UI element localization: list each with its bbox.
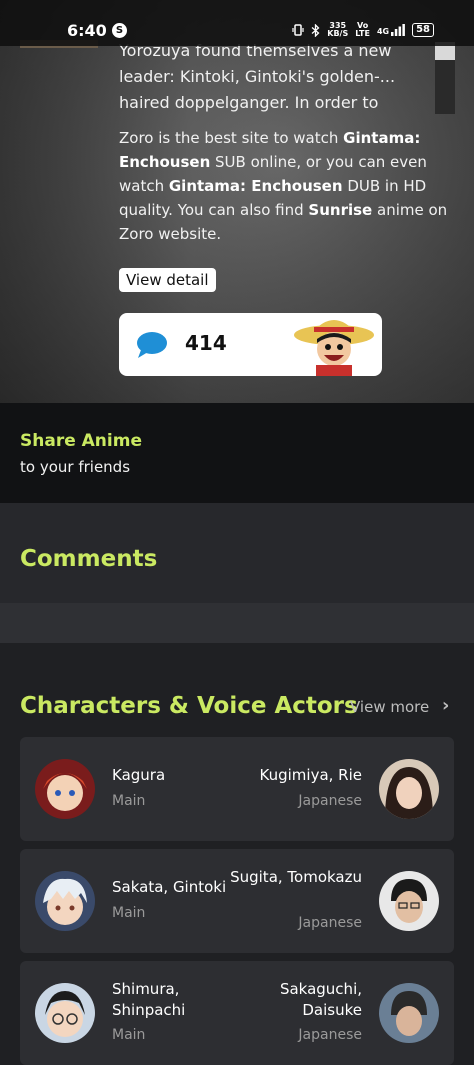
actor-photo-icon	[379, 871, 439, 931]
voice-actor-name[interactable]: Sugita, Tomokazu	[222, 867, 362, 888]
bluetooth-icon	[311, 23, 320, 37]
character-card[interactable]: Kagura Main Kugimiya, Rie Japanese	[20, 737, 454, 841]
comment-count-widget[interactable]: 414	[119, 313, 382, 376]
anime-title-bold: Gintama: Enchousen	[168, 177, 343, 195]
voice-actor-avatar[interactable]	[379, 871, 439, 931]
shazam-icon: S	[112, 23, 127, 38]
network-type: 4G	[376, 27, 390, 36]
characters-section: Characters & Voice Actors View more › Ka…	[0, 643, 474, 1065]
status-icons: 335 KB/S Vo LTE 4G 58	[292, 22, 434, 38]
signal-bars-icon	[391, 24, 405, 36]
voice-actor-language: Japanese	[298, 915, 362, 931]
character-avatar[interactable]	[35, 983, 95, 1043]
shinpachi-avatar-icon	[35, 983, 95, 1043]
section-divider	[0, 603, 474, 643]
lte-label: LTE	[355, 29, 370, 38]
anime-info-hero: Yorozuya found themselves a new leader: …	[0, 0, 474, 403]
actor-photo-icon	[379, 759, 439, 819]
comments-heading: Comments	[20, 546, 158, 572]
signal-indicator: 4G	[377, 24, 405, 36]
status-time: 6:40	[67, 21, 107, 40]
synopsis-line: haired doppelganger. In order to	[119, 93, 379, 112]
network-speed: 335 KB/S	[327, 22, 348, 38]
character-avatar[interactable]	[35, 871, 95, 931]
luffy-mascot-icon	[294, 320, 374, 376]
character-card[interactable]: Shimura, Shinpachi Main Sakaguchi, Daisu…	[20, 961, 454, 1065]
network-speed-unit: KB/S	[327, 29, 349, 38]
share-subtitle: to your friends	[20, 458, 131, 476]
character-role: Main	[112, 905, 146, 921]
voice-actor-name[interactable]: Kugimiya, Rie	[222, 765, 363, 786]
description-text: Zoro is the best site to watch	[119, 129, 344, 147]
comments-section: Comments	[0, 503, 474, 603]
characters-heading: Characters & Voice Actors	[20, 693, 358, 719]
gintoki-avatar-icon	[35, 871, 95, 931]
voice-actor-avatar[interactable]	[379, 759, 439, 819]
character-role: Main	[112, 1027, 146, 1043]
voice-actor-language: Japanese	[298, 793, 362, 809]
chevron-right-icon[interactable]: ›	[442, 695, 449, 716]
view-detail-button[interactable]: View detail	[119, 268, 216, 292]
volte-indicator: Vo LTE	[355, 22, 370, 38]
studio-name: Sunrise	[308, 201, 373, 219]
character-card[interactable]: Sakata, Gintoki Main Sugita, Tomokazu Ja…	[20, 849, 454, 953]
comment-count: 414	[185, 331, 227, 355]
voice-actor-language: Japanese	[298, 1027, 362, 1043]
share-section: Share Anime to your friends	[0, 403, 474, 503]
comment-bubble-icon	[137, 332, 167, 358]
vibrate-icon	[292, 24, 304, 36]
voice-actor-name[interactable]: Sakaguchi, Daisuke	[222, 979, 362, 1021]
view-more-link[interactable]: View more	[350, 698, 429, 716]
character-avatar[interactable]	[35, 759, 95, 819]
voice-actor-avatar[interactable]	[379, 983, 439, 1043]
battery-level: 58	[412, 23, 434, 37]
share-title: Share Anime	[20, 431, 142, 451]
status-bar: 6:40 S 335 KB/S Vo LTE 4G 58	[0, 0, 474, 46]
synopsis-text: Yorozuya found themselves a new leader: …	[119, 38, 419, 116]
site-description: Zoro is the best site to watch Gintama: …	[119, 126, 459, 246]
kagura-avatar-icon	[35, 759, 95, 819]
synopsis-line: leader: Kintoki, Gintoki's golden-...	[119, 67, 396, 86]
actor-photo-icon	[379, 983, 439, 1043]
character-role: Main	[112, 793, 146, 809]
